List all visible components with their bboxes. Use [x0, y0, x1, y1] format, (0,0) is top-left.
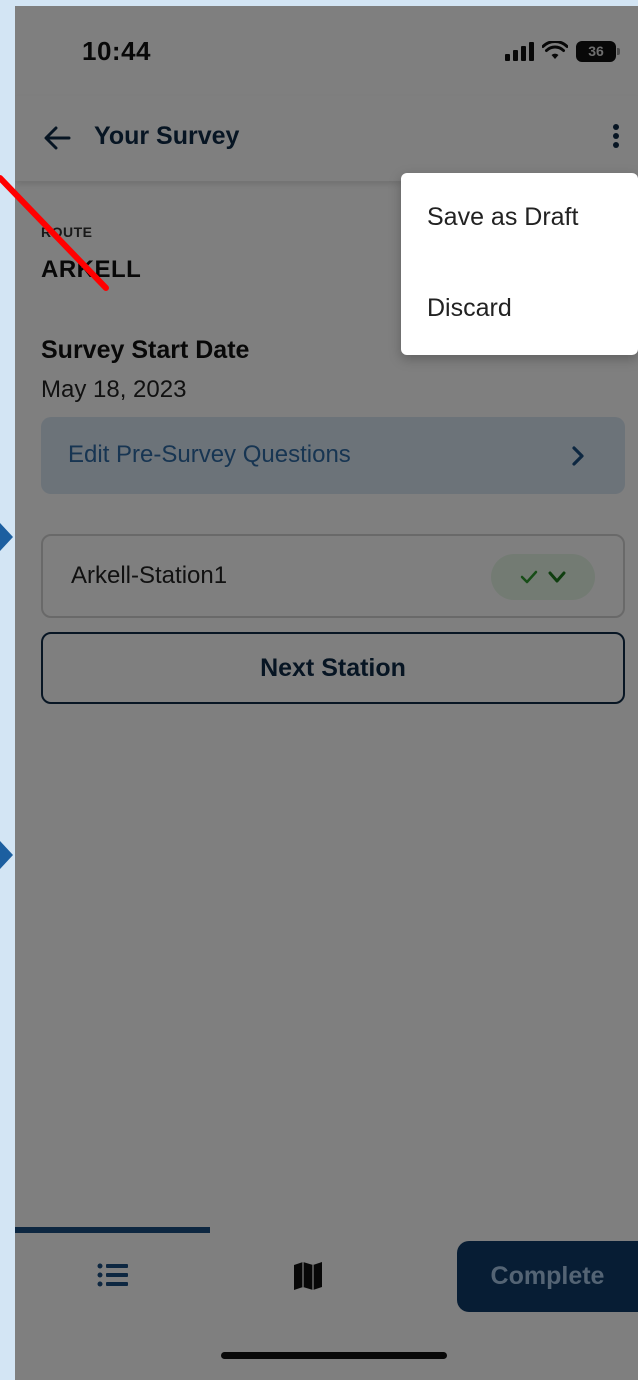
marker-arrow-bottom	[0, 841, 13, 869]
options-menu: Save as Draft Discard	[401, 173, 638, 355]
phone-screen: 10:44 36 Your Survey ROUTE ARKELL Surve	[15, 6, 638, 1380]
discard-menu-item[interactable]: Discard	[427, 294, 512, 323]
save-as-draft-menu-item[interactable]: Save as Draft	[427, 203, 578, 232]
marker-arrow-top	[0, 523, 13, 551]
